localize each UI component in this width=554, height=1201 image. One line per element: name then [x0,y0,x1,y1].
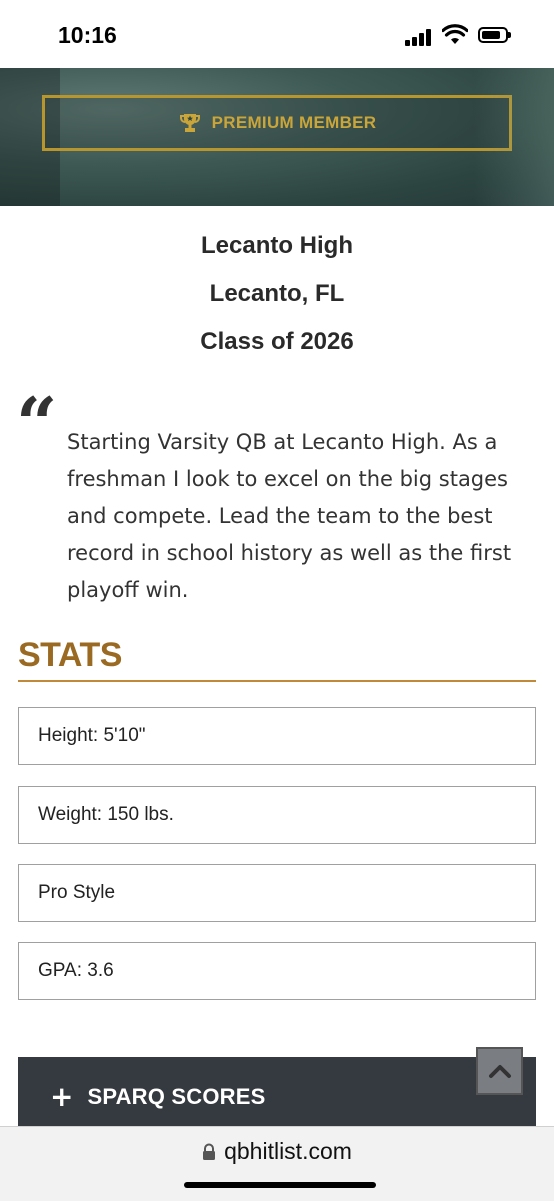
stat-height: Height: 5'10" [18,707,536,765]
premium-member-label: PREMIUM MEMBER [211,113,377,132]
player-bio: Starting Varsity QB at Lecanto High. As … [67,430,512,602]
lock-icon [203,1143,216,1160]
status-bar: 10:16 [0,0,554,68]
sparq-scores-label: SPARQ SCORES [87,1084,266,1109]
status-time: 10:16 [58,22,117,48]
url-text[interactable]: qbhitlist.com [224,1138,352,1165]
profile-hero-banner: PREMIUM MEMBER [0,68,554,206]
stats-heading: STATS [18,636,122,674]
chevron-up-icon [488,1065,511,1078]
trophy-icon [179,114,200,132]
premium-member-badge: PREMIUM MEMBER [42,95,512,151]
cellular-signal-icon [405,28,435,46]
wifi-icon [442,24,468,44]
battery-icon [478,27,511,43]
school-name: Lecanto High [200,232,353,259]
scroll-to-top-button[interactable] [476,1047,523,1095]
home-indicator [184,1182,376,1188]
quote-mark-icon: “ [16,381,58,466]
school-location: Lecanto, FL [209,280,345,307]
stat-style: Pro Style [18,864,536,922]
plus-icon: + [50,1080,74,1113]
browser-address-bar[interactable]: qbhitlist.com [0,1126,554,1201]
school-info: Lecanto High Lecanto, FL Class of 2026 [0,226,554,370]
class-year: Class of 2026 [200,328,354,355]
stats-divider [18,680,536,682]
sparq-scores-accordion[interactable]: + SPARQ SCORES [18,1057,536,1137]
stat-gpa: GPA: 3.6 [18,942,536,1000]
stat-weight: Weight: 150 lbs. [18,786,536,844]
